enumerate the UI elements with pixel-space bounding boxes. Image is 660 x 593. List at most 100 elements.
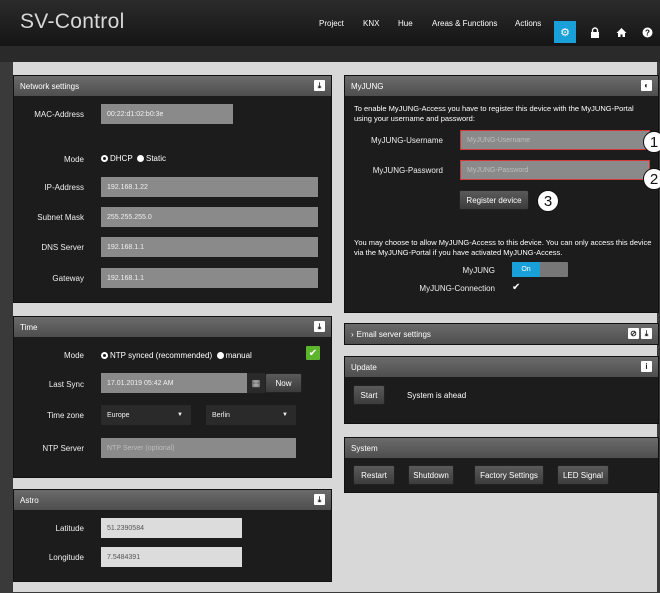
subnet-field[interactable]: 255.255.255.0 — [101, 207, 318, 227]
tz-region-select[interactable]: Europe ▼ — [101, 405, 191, 425]
app-title: SV-Control — [20, 10, 125, 33]
connection-check-icon: ✔ — [512, 282, 521, 293]
system-header: System — [345, 438, 658, 458]
chevron-down-icon: ▼ — [177, 412, 183, 418]
now-button[interactable]: Now — [265, 373, 302, 393]
last-sync-label: Last Sync — [48, 380, 84, 389]
download-icon[interactable]: ⤓ — [314, 80, 325, 91]
annotation-marker-1: 1 — [643, 131, 660, 153]
restart-button[interactable]: Restart — [353, 465, 395, 485]
latitude-field[interactable]: 51.2390584 — [101, 518, 242, 538]
latitude-label: Latitude — [55, 524, 84, 533]
myjung-header: MyJUNG ◐ — [345, 76, 658, 96]
sub-bar — [0, 46, 660, 62]
nav-project[interactable]: Project — [319, 19, 344, 28]
mode-label: Mode — [63, 155, 84, 164]
ntp-server-input[interactable]: NTP Server (optional) — [101, 438, 296, 458]
download-icon[interactable]: ⤓ — [314, 494, 325, 505]
astro-panel: Astro ⤓ Latitude 51.2390584 Longitude 7.… — [13, 489, 332, 582]
astro-header: Astro ⤓ — [14, 490, 331, 510]
save-check-icon[interactable]: ✔ — [306, 346, 320, 360]
mac-field: 00:22:d1:02:b0:3e — [101, 104, 233, 124]
factory-settings-button[interactable]: Factory Settings — [474, 465, 544, 485]
manual-radio[interactable] — [216, 352, 224, 359]
myjung-allow-text: You may choose to allow MyJUNG-Access to… — [354, 238, 652, 257]
home-icon[interactable] — [610, 21, 632, 43]
tz-region-value: Europe — [107, 411, 130, 419]
email-settings-panel[interactable]: › Email server settings ⊘ ⤓ — [344, 323, 659, 345]
ip-field[interactable]: 192.168.1.22 — [101, 177, 318, 197]
manual-label: manual — [225, 351, 252, 360]
longitude-field[interactable]: 7.5484391 — [101, 547, 242, 567]
top-bar: SV-Control Project KNX Hue Areas & Funct… — [0, 0, 660, 46]
ntp-radio[interactable] — [101, 352, 108, 359]
longitude-label: Longitude — [48, 553, 84, 562]
gateway-label: Gateway — [52, 274, 84, 283]
myjung-panel: MyJUNG ◐ To enable MyJUNG-Access you hav… — [344, 75, 659, 313]
myjung-intro: To enable MyJUNG-Access you have to regi… — [354, 104, 634, 123]
static-radio[interactable] — [136, 155, 144, 162]
myjung-title: MyJUNG — [351, 81, 384, 91]
led-signal-button[interactable]: LED Signal — [557, 465, 609, 485]
time-title: Time — [20, 322, 38, 332]
shutdown-button[interactable]: Shutdown — [408, 465, 454, 485]
tz-city-value: Berlin — [212, 411, 230, 419]
nav-hue[interactable]: Hue — [398, 19, 413, 28]
download-icon[interactable]: ⤓ — [314, 321, 325, 332]
ntp-label: NTP synced (recommended) — [110, 351, 213, 360]
network-settings-title: Network settings — [20, 81, 80, 91]
system-title: System — [351, 443, 378, 453]
info-icon[interactable]: i — [641, 361, 652, 372]
chevron-right-icon: › — [351, 329, 354, 339]
update-panel: Update i Start System is ahead — [344, 356, 659, 424]
network-settings-panel: Network settings ⤓ MAC-Address 00:22:d1:… — [13, 75, 332, 303]
static-label: Static — [145, 154, 166, 163]
time-mode-label: Mode — [63, 351, 84, 360]
svg-text:?: ? — [645, 28, 650, 37]
subnet-label: Subnet Mask — [37, 213, 84, 222]
myjung-logo-icon[interactable]: ◐ — [641, 80, 652, 91]
register-device-button[interactable]: Register device — [459, 190, 529, 210]
update-status: System is ahead — [407, 391, 467, 400]
mac-label: MAC-Address — [34, 110, 84, 119]
astro-title: Astro — [20, 495, 39, 505]
chevron-down-icon: ▼ — [282, 412, 288, 418]
time-panel: Time ⤓ Mode NTP synced (recommended) man… — [13, 316, 332, 478]
dns-field[interactable]: 192.168.1.1 — [101, 237, 318, 257]
nav-knx[interactable]: KNX — [363, 19, 379, 28]
annotation-marker-3: 3 — [537, 190, 559, 212]
myjung-password-input[interactable]: MyJUNG-Password — [460, 160, 650, 180]
myjung-toggle-on: On — [512, 262, 540, 277]
nav-actions[interactable]: Actions — [515, 19, 541, 28]
system-panel: System Restart Shutdown Factory Settings… — [344, 437, 659, 493]
lock-icon[interactable] — [584, 21, 606, 43]
time-mode-radio-group: NTP synced (recommended) manual — [101, 351, 252, 360]
email-settings-title: Email server settings — [356, 329, 431, 339]
time-header: Time ⤓ — [14, 317, 331, 337]
gateway-field[interactable]: 192.168.1.1 — [101, 268, 318, 288]
time-zone-label: Time zone — [46, 411, 84, 420]
dns-label: DNS Server — [41, 243, 84, 252]
disable-icon[interactable]: ⊘ — [628, 328, 639, 339]
dhcp-radio[interactable] — [101, 155, 108, 162]
annotation-marker-2: 2 — [643, 168, 660, 190]
help-icon[interactable]: ? — [636, 21, 658, 43]
myjung-connection-label: MyJUNG-Connection — [419, 284, 495, 293]
calendar-icon[interactable]: ▦ — [247, 373, 265, 393]
network-settings-header: Network settings ⤓ — [14, 76, 331, 96]
ntp-server-label: NTP Server — [42, 444, 84, 453]
download-icon[interactable]: ⤓ — [641, 328, 652, 339]
settings-gear-icon[interactable]: ⚙ — [554, 21, 576, 43]
myjung-password-label: MyJUNG-Password — [372, 166, 443, 175]
email-settings-header[interactable]: › Email server settings ⊘ ⤓ — [345, 324, 658, 344]
tz-city-select[interactable]: Berlin ▼ — [206, 405, 296, 425]
start-update-button[interactable]: Start — [353, 385, 385, 405]
myjung-toggle-label: MyJUNG — [462, 266, 495, 275]
myjung-toggle[interactable]: On — [512, 262, 568, 277]
mode-radio-group: DHCP Static — [101, 154, 166, 163]
update-header: Update i — [345, 357, 658, 377]
myjung-username-input[interactable]: MyJUNG-Username — [460, 130, 650, 150]
dhcp-label: DHCP — [110, 154, 133, 163]
myjung-username-label: MyJUNG-Username — [370, 136, 443, 145]
nav-areas-functions[interactable]: Areas & Functions — [432, 19, 497, 28]
